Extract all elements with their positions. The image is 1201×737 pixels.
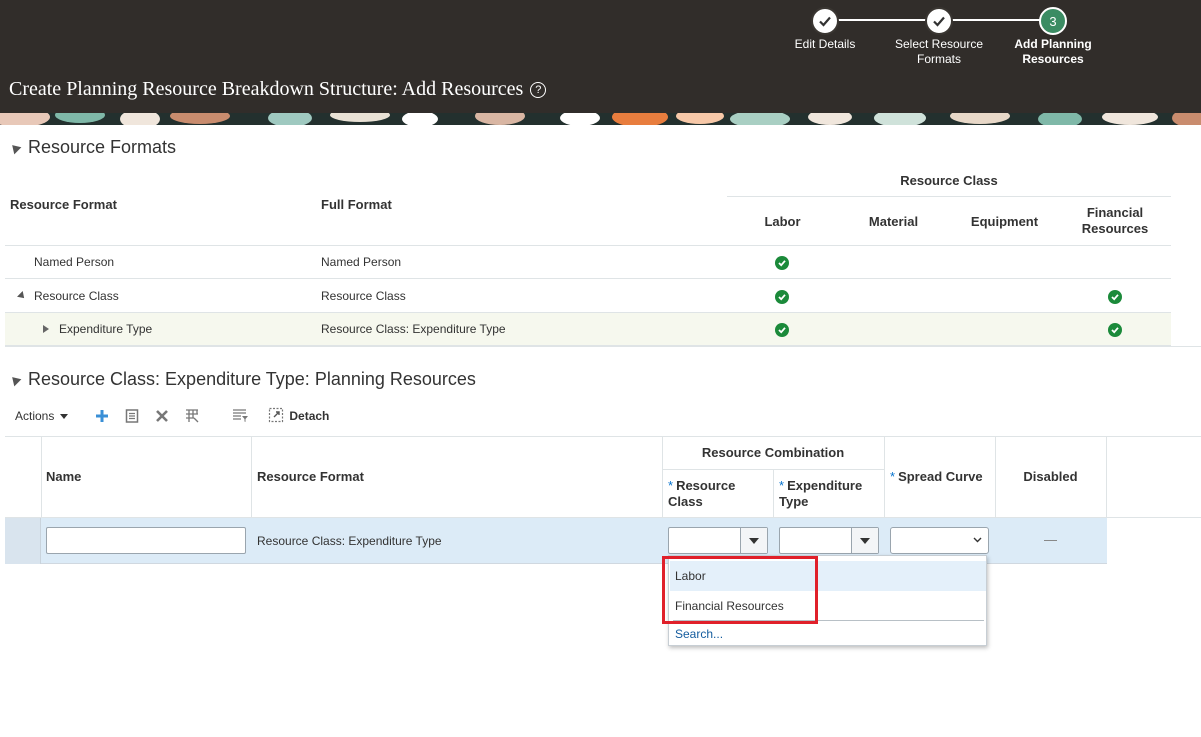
caret-down-icon (60, 413, 69, 419)
check-icon (925, 7, 953, 35)
cell-full-format: Named Person (321, 255, 402, 269)
divider (5, 346, 1201, 347)
col-group-resource-class: Resource Class (900, 173, 998, 188)
caret-down-icon (749, 537, 759, 544)
required-marker: * (890, 469, 896, 484)
col-header-resource-format[interactable]: Resource Format (10, 197, 117, 212)
actions-label: Actions (15, 409, 55, 423)
col-header-name[interactable]: Name (46, 469, 81, 485)
actions-menu[interactable]: Actions (15, 405, 69, 427)
collapse-icon[interactable] (17, 291, 27, 301)
col-header-disabled[interactable]: Disabled (995, 469, 1106, 485)
spread-curve-select[interactable] (890, 527, 989, 554)
col-header-resource-format[interactable]: Resource Format (257, 469, 364, 485)
train-label: Edit Details (794, 37, 856, 51)
combo-dropdown-button[interactable] (740, 528, 767, 553)
planning-resources-table: Name Resource Format Resource Combinatio… (5, 436, 1201, 565)
caret-down-icon (860, 537, 870, 544)
freeze-columns-icon[interactable] (184, 405, 200, 427)
col-header-full-format[interactable]: Full Format (321, 197, 392, 212)
dropdown-search-link[interactable]: Search... (675, 627, 723, 641)
check-icon (775, 290, 789, 304)
train-label: Select Resource Formats (894, 37, 984, 66)
cell-full-format: Resource Class (321, 289, 406, 303)
expenditure-type-combobox[interactable] (779, 527, 879, 554)
train-step-add-planning-resources[interactable]: 3 Add Planning Resources (993, 7, 1113, 67)
resource-class-combobox[interactable] (668, 527, 768, 554)
cell-resource-format: Named Person (34, 255, 115, 269)
table-row-selected[interactable]: Expenditure Type Resource Class: Expendi… (5, 313, 1171, 346)
name-input[interactable] (46, 527, 246, 554)
col-group-resource-combination: Resource Combination (701, 445, 845, 460)
table-row[interactable]: Named Person Named Person (5, 246, 1171, 279)
plus-icon[interactable] (94, 405, 110, 427)
expand-icon[interactable] (43, 325, 49, 333)
train-step-number: 3 (1039, 7, 1067, 35)
check-icon (1108, 323, 1122, 337)
section-title: Resource Class: Expenditure Type: Planni… (28, 369, 476, 389)
detach-button[interactable]: Detach (268, 405, 329, 427)
train-step-select-resource-formats[interactable]: Select Resource Formats (879, 7, 999, 67)
divider (727, 196, 1171, 197)
row-header[interactable] (5, 518, 41, 564)
resource-formats-table: Resource Format Full Format Resource Cla… (5, 163, 1201, 347)
check-icon (811, 7, 839, 35)
cell-resource-format: Expenditure Type (43, 322, 152, 336)
page-title-text: Create Planning Resource Breakdown Struc… (9, 78, 524, 100)
planning-resources-heading[interactable]: Resource Class: Expenditure Type: Planni… (8, 369, 476, 390)
col-header-financial-resources[interactable]: Financial Resources (1065, 205, 1165, 237)
cell-resource-format: Resource Class: Expenditure Type (257, 534, 442, 548)
col-header-material[interactable]: Material (838, 214, 949, 230)
col-header-resource-class[interactable]: * Resource Class (668, 478, 768, 510)
annotation-highlight-box (662, 556, 818, 624)
document-icon[interactable] (124, 405, 140, 427)
chevron-down-icon (973, 535, 982, 547)
query-by-example-icon[interactable] (232, 405, 250, 427)
col-header-equipment[interactable]: Equipment (949, 214, 1060, 230)
cell-full-format: Resource Class: Expenditure Type (321, 322, 506, 336)
detach-icon (268, 407, 284, 426)
decorative-banner (0, 113, 1201, 125)
divider (662, 469, 884, 470)
required-marker: * (779, 478, 785, 493)
train-step-edit-details[interactable]: Edit Details (765, 7, 885, 52)
question-circle-icon[interactable]: ? (530, 81, 547, 98)
col-header-expenditure-type[interactable]: * Expenditure Type (779, 478, 879, 510)
combo-dropdown-button[interactable] (851, 528, 878, 553)
x-icon[interactable] (154, 405, 170, 427)
col-header-spread-curve[interactable]: * Spread Curve (890, 469, 983, 485)
check-icon (775, 323, 789, 337)
detach-label: Detach (289, 409, 330, 423)
check-icon (1108, 290, 1122, 304)
disclosure-expanded-icon[interactable] (8, 373, 22, 386)
section-title: Resource Formats (28, 137, 177, 157)
disclosure-expanded-icon[interactable] (8, 141, 22, 154)
page-header: Edit Details Select Resource Formats 3 A… (0, 0, 1201, 113)
required-marker: * (668, 478, 674, 493)
train-label: Add Planning Resources (1014, 37, 1092, 66)
table-toolbar: Actions Detach (15, 405, 343, 427)
page-title: Create Planning Resource Breakdown Struc… (9, 78, 547, 101)
check-icon (775, 256, 789, 270)
resource-formats-heading[interactable]: Resource Formats (8, 137, 177, 158)
table-row[interactable]: Resource Class Resource Class (5, 280, 1171, 313)
col-header-labor[interactable]: Labor (727, 214, 838, 230)
disabled-indicator (1044, 540, 1057, 541)
cell-resource-format: Resource Class (17, 289, 119, 303)
